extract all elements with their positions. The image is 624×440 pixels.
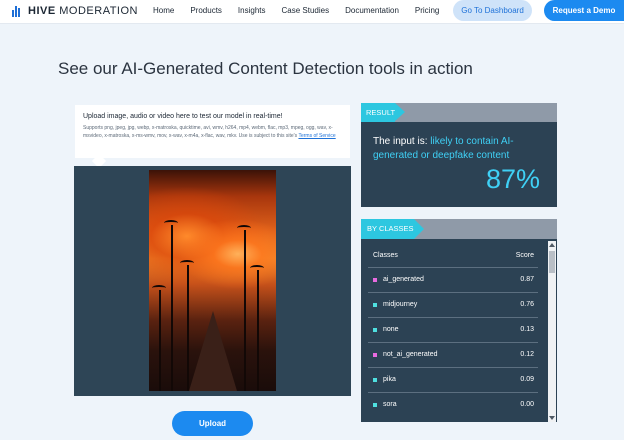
palm-trunk	[171, 225, 173, 391]
palm-frond	[164, 220, 178, 226]
class-score: 0.00	[520, 401, 534, 408]
scroll-thumb[interactable]	[549, 251, 555, 273]
class-name: ai_generated	[383, 276, 424, 283]
classes-table-body: ai_generated 0.87 midjourney 0.76 none 0…	[361, 267, 545, 417]
upload-instructions-card: Upload image, audio or video here to tes…	[75, 105, 350, 158]
class-score: 0.76	[520, 301, 534, 308]
class-name: sora	[383, 401, 397, 408]
brand-name: HIVE MODERATION	[28, 5, 138, 17]
class-color-swatch	[373, 278, 377, 282]
class-color-swatch	[373, 403, 377, 407]
palm-frond	[237, 225, 251, 231]
scroll-up-icon[interactable]	[549, 243, 555, 247]
table-row: pika 0.09	[368, 367, 538, 392]
table-row: none 0.13	[368, 317, 538, 342]
table-row: not_ai_generated 0.12	[368, 342, 538, 367]
class-score: 0.13	[520, 326, 534, 333]
nav-link-home[interactable]: Home	[153, 6, 174, 15]
nav-links: Home Products Insights Case Studies Docu…	[153, 6, 455, 15]
palm-frond	[250, 265, 264, 271]
upload-button[interactable]: Upload	[172, 411, 253, 436]
result-tag: RESULT	[361, 103, 406, 122]
class-color-swatch	[373, 303, 377, 307]
palm-trunk	[187, 265, 189, 391]
nav-link-insights[interactable]: Insights	[238, 6, 266, 15]
uploaded-image	[149, 170, 276, 391]
terms-of-service-link[interactable]: Terms of Service	[298, 133, 335, 139]
class-color-swatch	[373, 328, 377, 332]
class-color-swatch	[373, 353, 377, 357]
bars-logo-icon	[12, 5, 23, 17]
result-percentage: 87%	[485, 164, 540, 194]
palm-frond	[152, 285, 166, 291]
table-row: ai_generated 0.87	[368, 267, 538, 292]
palm-trunk	[159, 290, 161, 391]
column-classes: Classes	[373, 252, 398, 259]
class-score: 0.09	[520, 376, 534, 383]
nav-link-case-studies[interactable]: Case Studies	[282, 6, 330, 15]
classes-header: BY CLASSES	[361, 219, 557, 239]
supported-formats-text: Supports png, jpeg, jpg, webp, x-matrosk…	[83, 125, 343, 140]
classes-table-header: Classes Score	[361, 247, 545, 267]
result-prefix: The input is:	[373, 136, 431, 147]
table-row: sora 0.00	[368, 392, 538, 417]
nav-link-products[interactable]: Products	[190, 6, 222, 15]
brand-light: MODERATION	[59, 5, 138, 17]
class-name: none	[383, 326, 399, 333]
palm-frond	[180, 260, 194, 266]
brand-logo[interactable]: HIVE MODERATION	[12, 5, 138, 17]
classes-scrollbar[interactable]	[548, 241, 556, 422]
scroll-down-icon[interactable]	[549, 416, 555, 420]
class-name: midjourney	[383, 301, 418, 308]
class-name: not_ai_generated	[383, 351, 438, 358]
class-color-swatch	[373, 378, 377, 382]
class-score: 0.12	[520, 351, 534, 358]
request-demo-button[interactable]: Request a Demo	[544, 0, 624, 21]
palm-trunk	[257, 270, 259, 391]
column-score: Score	[515, 252, 534, 259]
brand-bold: HIVE	[28, 5, 56, 17]
result-header: RESULT	[361, 103, 557, 122]
result-panel: RESULT The input is: likely to contain A…	[361, 103, 557, 207]
upload-title: Upload image, audio or video here to tes…	[83, 113, 283, 120]
classes-tag: BY CLASSES	[361, 219, 424, 239]
result-text: The input is: likely to contain AI-gener…	[373, 135, 549, 163]
page-title: See our AI-Generated Content Detection t…	[58, 59, 473, 78]
top-navbar: HIVE MODERATION Home Products Insights C…	[0, 0, 624, 24]
class-score: 0.87	[520, 276, 534, 283]
table-row: midjourney 0.76	[368, 292, 538, 317]
road-shape	[189, 311, 237, 391]
class-name: pika	[383, 376, 396, 383]
formats-text: Supports png, jpeg, jpg, webp, x-matrosk…	[83, 125, 333, 139]
go-to-dashboard-button[interactable]: Go To Dashboard	[453, 0, 532, 21]
classes-panel: BY CLASSES Classes Score ai_generated 0.…	[361, 219, 557, 422]
nav-link-documentation[interactable]: Documentation	[345, 6, 399, 15]
nav-link-pricing[interactable]: Pricing	[415, 6, 439, 15]
palm-trunk	[244, 230, 246, 391]
